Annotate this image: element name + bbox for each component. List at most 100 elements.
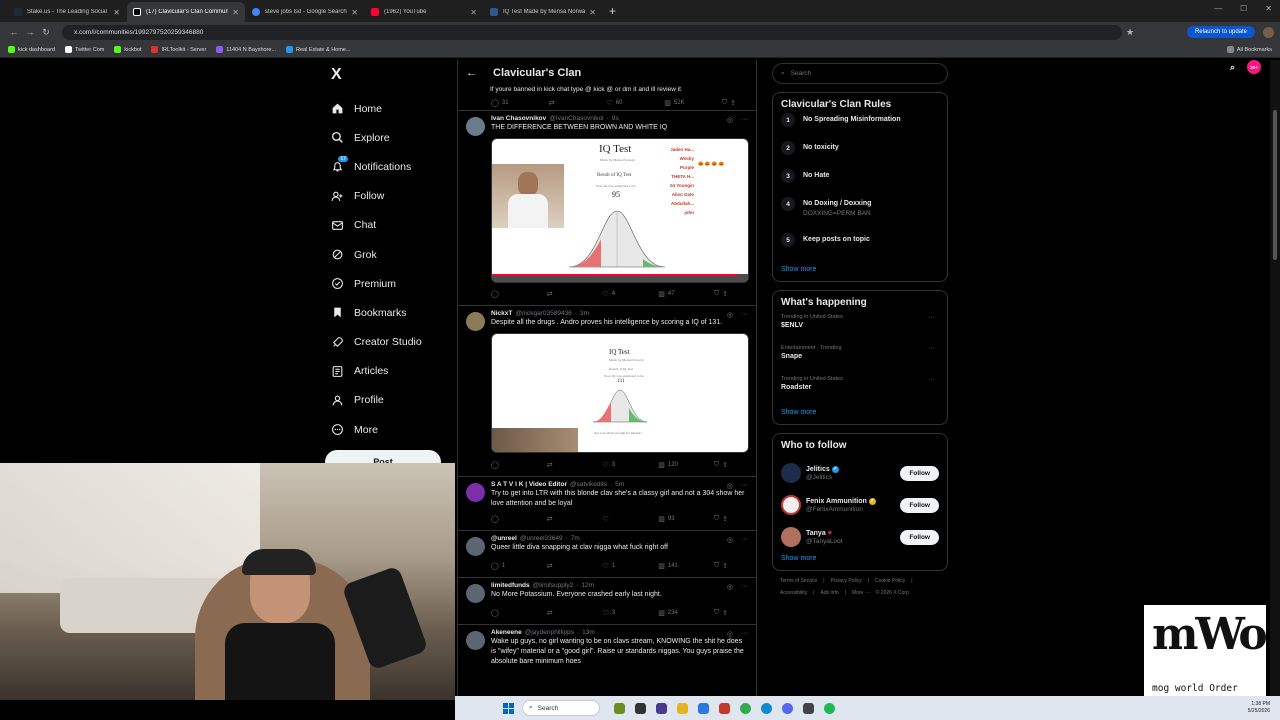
author-name[interactable]: NickxT <box>491 310 512 317</box>
more-dots-icon[interactable]: ··· <box>741 482 748 490</box>
avatar[interactable] <box>466 537 485 556</box>
system-tray[interactable]: 1:38 PM 5/25/2026 <box>1248 701 1270 715</box>
more-dots-icon[interactable]: ··· <box>928 314 935 321</box>
retweet-button[interactable]: ⇄ <box>549 99 575 107</box>
tweet[interactable]: ◎ ··· Ivan Chasovnikov @IvanChasovnikol · 9s… <box>458 110 756 301</box>
nav-premium[interactable]: Premium <box>325 269 455 298</box>
nav-chat[interactable]: Chat <box>325 211 455 240</box>
show-more-link[interactable]: Show more <box>781 555 939 562</box>
more-dots-icon[interactable]: ··· <box>928 376 935 383</box>
footer-link[interactable]: Privacy Policy <box>831 578 862 584</box>
trend-item[interactable]: Entertainment · Trending Snape ··· <box>781 345 939 376</box>
minimize-icon[interactable]: — <box>1214 4 1222 13</box>
tweet[interactable]: ◎ ··· Akeneene @jaydenphillipps · 13m Wake u… <box>458 624 756 667</box>
views-button[interactable]: ▥ 234 <box>658 609 684 617</box>
more-dots-icon[interactable]: ··· <box>741 630 748 638</box>
views-button[interactable]: ▥ 120 <box>658 461 684 469</box>
search-icon[interactable]: ⌕ <box>1230 62 1235 73</box>
like-button[interactable]: ♡ 3 <box>603 609 629 617</box>
rule-item[interactable]: 1 No Spreading Misinformation <box>781 113 939 144</box>
follow-button[interactable]: Follow <box>900 497 939 513</box>
reply-button[interactable]: ◯ <box>491 609 517 617</box>
close-icon[interactable]: ✕ <box>470 8 477 17</box>
url-input[interactable]: x.com/i/communities/1992797520259346880 <box>62 24 1122 40</box>
retweet-button[interactable]: ⇄ <box>547 461 573 469</box>
avatar[interactable] <box>466 631 485 650</box>
close-icon[interactable]: ✕ <box>589 8 596 17</box>
avatar[interactable] <box>781 495 801 515</box>
views-button[interactable]: ▥ 52K <box>664 99 690 107</box>
taskbar-search[interactable]: ⌕ Search <box>522 700 600 716</box>
timestamp[interactable]: 7m <box>571 535 580 542</box>
browser-tab-active[interactable]: (17) Clavicular's Clan Commun ✕ <box>127 2 245 22</box>
follow-suggestion[interactable]: Fenix Ammunition ✓ @FenixAmmunition Follow <box>781 489 939 521</box>
spotify-icon[interactable] <box>824 702 835 714</box>
footer-link[interactable]: Terms of Service <box>780 578 817 584</box>
avatar[interactable] <box>781 527 801 547</box>
grok-icon[interactable]: ◎ <box>727 311 733 319</box>
bookmark-item[interactable]: Twitter Com <box>65 46 104 53</box>
star-icon[interactable]: ★ <box>1122 27 1138 38</box>
reload-icon[interactable]: ↻ <box>38 27 54 38</box>
widgets-icon[interactable] <box>614 702 625 714</box>
more-dots-icon[interactable]: ··· <box>741 583 748 591</box>
rule-item[interactable]: 2 No toxicity <box>781 141 939 172</box>
bookmark-item[interactable]: kick dashboard <box>8 46 55 53</box>
rule-item[interactable]: 5 Keep posts on topic <box>781 233 939 264</box>
author-handle[interactable]: @IvanChasovnikol <box>549 115 603 122</box>
video-progress[interactable] <box>492 274 738 276</box>
search-input[interactable]: ⌕ Search <box>772 63 948 84</box>
author-handle[interactable]: @limitsupply2 <box>533 582 574 589</box>
browser-tab[interactable]: (1962) YouTube ✕ <box>365 2 483 22</box>
app-icon[interactable] <box>803 702 814 714</box>
views-button[interactable]: ▥ 47 <box>658 290 684 298</box>
bookmark-item[interactable]: kickbot <box>114 46 141 53</box>
profile-avatar[interactable] <box>1263 26 1274 38</box>
share-button[interactable]: ⛉ ⇪ <box>714 562 740 570</box>
forward-icon[interactable]: → <box>22 27 38 37</box>
grok-icon[interactable]: ◎ <box>727 630 733 638</box>
maximize-icon[interactable]: ☐ <box>1240 4 1247 13</box>
new-tab-button[interactable]: + <box>603 4 622 22</box>
avatar[interactable] <box>781 463 801 483</box>
app-icon[interactable] <box>698 702 709 714</box>
retweet-button[interactable]: ⇄ <box>547 562 573 570</box>
footer-link[interactable]: Cookie Policy <box>875 578 905 584</box>
obs-icon[interactable] <box>656 702 667 714</box>
tweet-media-image[interactable]: IQ Test Made by Mensa Norway Result of I… <box>491 333 749 453</box>
retweet-button[interactable]: ⇄ <box>547 290 573 298</box>
nav-profile[interactable]: Profile <box>325 386 455 415</box>
scrollbar-thumb[interactable] <box>1273 110 1277 260</box>
timestamp[interactable]: 5m <box>615 481 624 488</box>
grok-icon[interactable]: ◎ <box>727 482 733 490</box>
close-icon[interactable]: ✕ <box>113 8 120 17</box>
more-dots-icon[interactable]: ··· <box>741 536 748 544</box>
like-button[interactable]: ♡ 1 <box>603 562 629 570</box>
tweet[interactable]: ◎ ··· limitedfunds @limitsupply2 · 12m No Mo… <box>458 577 756 620</box>
all-bookmarks[interactable]: All Bookmarks <box>1226 46 1272 53</box>
timestamp[interactable]: 9s <box>612 115 619 122</box>
trend-item[interactable]: Trending in United States Roadster ··· <box>781 376 939 407</box>
author-handle[interactable]: @unreel33649 <box>520 535 563 542</box>
nav-grok[interactable]: Grok <box>325 240 455 269</box>
video-controls[interactable] <box>492 274 748 282</box>
author-handle[interactable]: @satvikedits <box>570 481 607 488</box>
author-handle[interactable]: @jaydenphillipps <box>525 629 574 636</box>
author-name[interactable]: Akeneene <box>491 629 522 636</box>
show-more-link[interactable]: Show more <box>781 409 939 416</box>
rule-item[interactable]: 4 No Doxing / Doxxing DOXXING=PERM BAN <box>781 197 939 236</box>
file-explorer-icon[interactable] <box>677 702 688 714</box>
share-button[interactable]: ⛉ ⇪ <box>714 290 740 298</box>
follow-button[interactable]: Follow <box>900 465 939 481</box>
share-button[interactable]: ⛉ ⇪ <box>722 99 748 107</box>
tweet[interactable]: ◎ ··· @unreel @unreel33649 · 7m Queer little… <box>458 530 756 573</box>
nav-notifications[interactable]: 17 Notifications <box>325 152 455 181</box>
more-dots-icon[interactable]: ··· <box>741 116 748 124</box>
x-logo-icon[interactable]: X <box>331 66 455 84</box>
like-button[interactable]: ♡ 4 <box>603 290 629 298</box>
tweet[interactable]: ◎ ··· S A T V I K | Video Editor @satviked… <box>458 476 756 526</box>
author-handle[interactable]: @nickgar03589436 <box>515 310 571 317</box>
like-button[interactable]: ♡ 3 <box>603 461 629 469</box>
views-button[interactable]: ▥ 141 <box>658 562 684 570</box>
back-icon[interactable]: ← <box>6 27 22 37</box>
